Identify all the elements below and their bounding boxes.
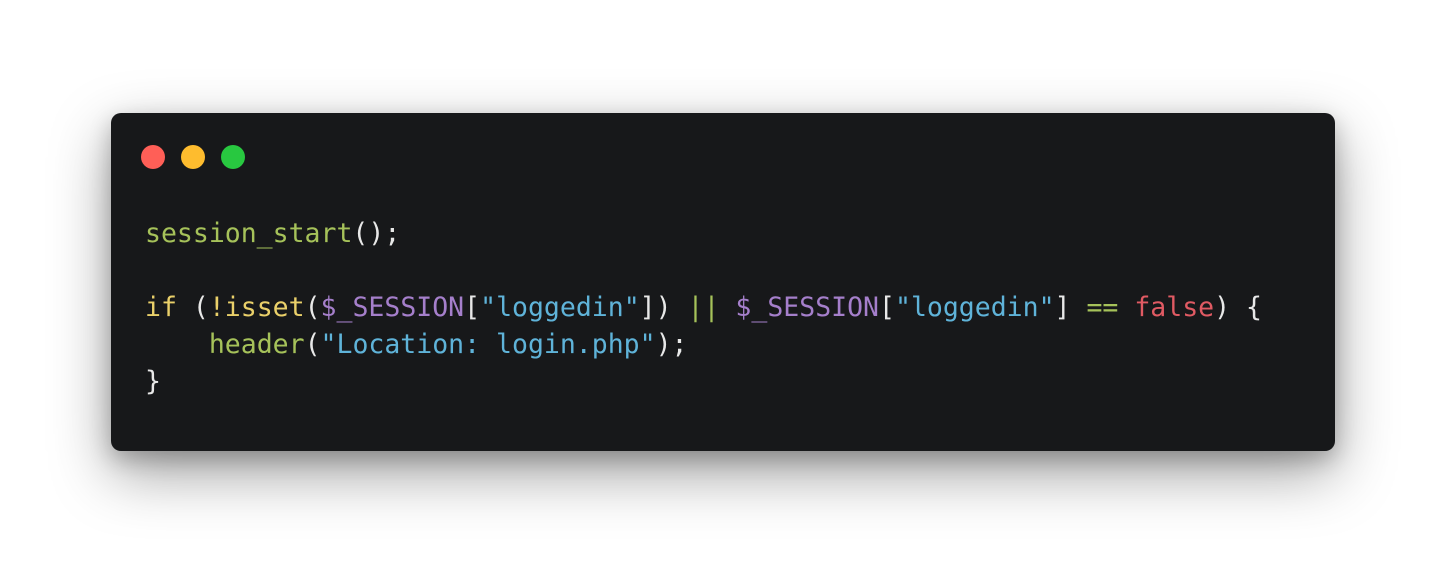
code-line: header("Location: login.php"); xyxy=(145,326,1262,363)
code-line: } xyxy=(145,363,1262,400)
zoom-dot-icon[interactable] xyxy=(221,145,245,169)
code-token-text: ]) xyxy=(639,292,688,323)
code-token-keyword: if xyxy=(145,292,177,323)
code-line: if (!isset($_SESSION["loggedin"]) || $_S… xyxy=(145,289,1262,326)
code-token-text: ); xyxy=(655,329,688,360)
code-token-string: "loggedin" xyxy=(480,292,640,323)
code-token-text: ] xyxy=(1054,292,1087,323)
code-token-function: session_start xyxy=(145,218,353,249)
code-token-text: ( xyxy=(176,292,209,323)
code-token-text: (); xyxy=(352,218,401,249)
code-token-variable: $_SESSION xyxy=(735,292,880,323)
code-token-boolean: false xyxy=(1134,292,1215,323)
minimize-dot-icon[interactable] xyxy=(181,145,205,169)
code-token-operator: || xyxy=(687,292,720,323)
code-token-text: ( xyxy=(304,329,321,360)
code-token-text: [ xyxy=(464,292,481,323)
close-dot-icon[interactable] xyxy=(141,145,165,169)
code-line: session_start(); xyxy=(145,215,1262,252)
code-token-operator: == xyxy=(1086,292,1119,323)
code-token-text: ) { xyxy=(1214,292,1262,323)
code-block: session_start(); if (!isset($_SESSION["lo… xyxy=(145,215,1262,400)
code-token-keyword: !isset xyxy=(208,292,305,323)
code-token-variable: $_SESSION xyxy=(320,292,465,323)
code-token-string: "Location: login.php" xyxy=(320,329,656,360)
code-token-function: header xyxy=(208,329,305,360)
code-window: session_start(); if (!isset($_SESSION["lo… xyxy=(111,113,1335,451)
code-token-text: ( xyxy=(304,292,321,323)
code-token-text: [ xyxy=(879,292,895,323)
window-controls xyxy=(141,145,245,169)
code-token-text: } xyxy=(145,366,161,397)
code-token-string: "loggedin" xyxy=(894,292,1055,323)
